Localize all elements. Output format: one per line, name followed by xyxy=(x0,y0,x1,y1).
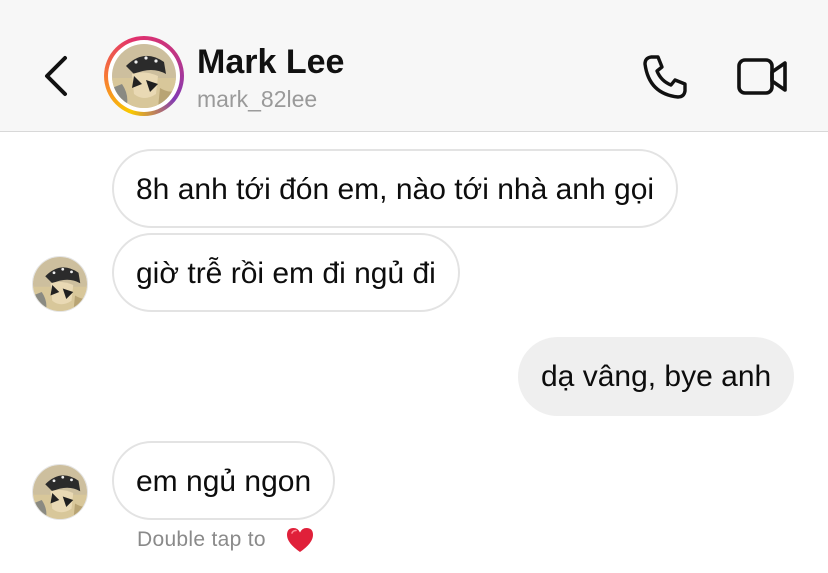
chevron-left-icon xyxy=(45,56,67,96)
video-camera-icon xyxy=(737,58,787,95)
avatar-image xyxy=(112,44,176,108)
heart-icon xyxy=(287,528,313,552)
heart-reaction-button[interactable] xyxy=(285,526,315,554)
phone-icon xyxy=(643,55,687,99)
voice-call-button[interactable] xyxy=(640,52,690,102)
message-bubble-incoming[interactable]: 8h anh tới đón em, nào tới nhà anh gọi xyxy=(112,149,679,228)
profile-avatar[interactable] xyxy=(104,36,184,116)
message-bubble-outgoing[interactable]: dạ vâng, bye anh xyxy=(518,337,795,416)
video-call-button[interactable] xyxy=(736,52,790,102)
message-bubble-incoming[interactable]: em ngủ ngon xyxy=(112,441,336,520)
sender-avatar[interactable] xyxy=(32,464,88,520)
sender-avatar[interactable] xyxy=(32,256,88,312)
chat-header: Mark Lee mark_82lee xyxy=(0,0,828,132)
reaction-hint: Double tap to xyxy=(137,528,266,551)
contact-name[interactable]: Mark Lee xyxy=(197,43,344,82)
back-button[interactable] xyxy=(38,52,74,100)
contact-username: mark_82lee xyxy=(197,86,318,112)
message-bubble-incoming[interactable]: giờ trễ rồi em đi ngủ đi xyxy=(112,233,460,312)
